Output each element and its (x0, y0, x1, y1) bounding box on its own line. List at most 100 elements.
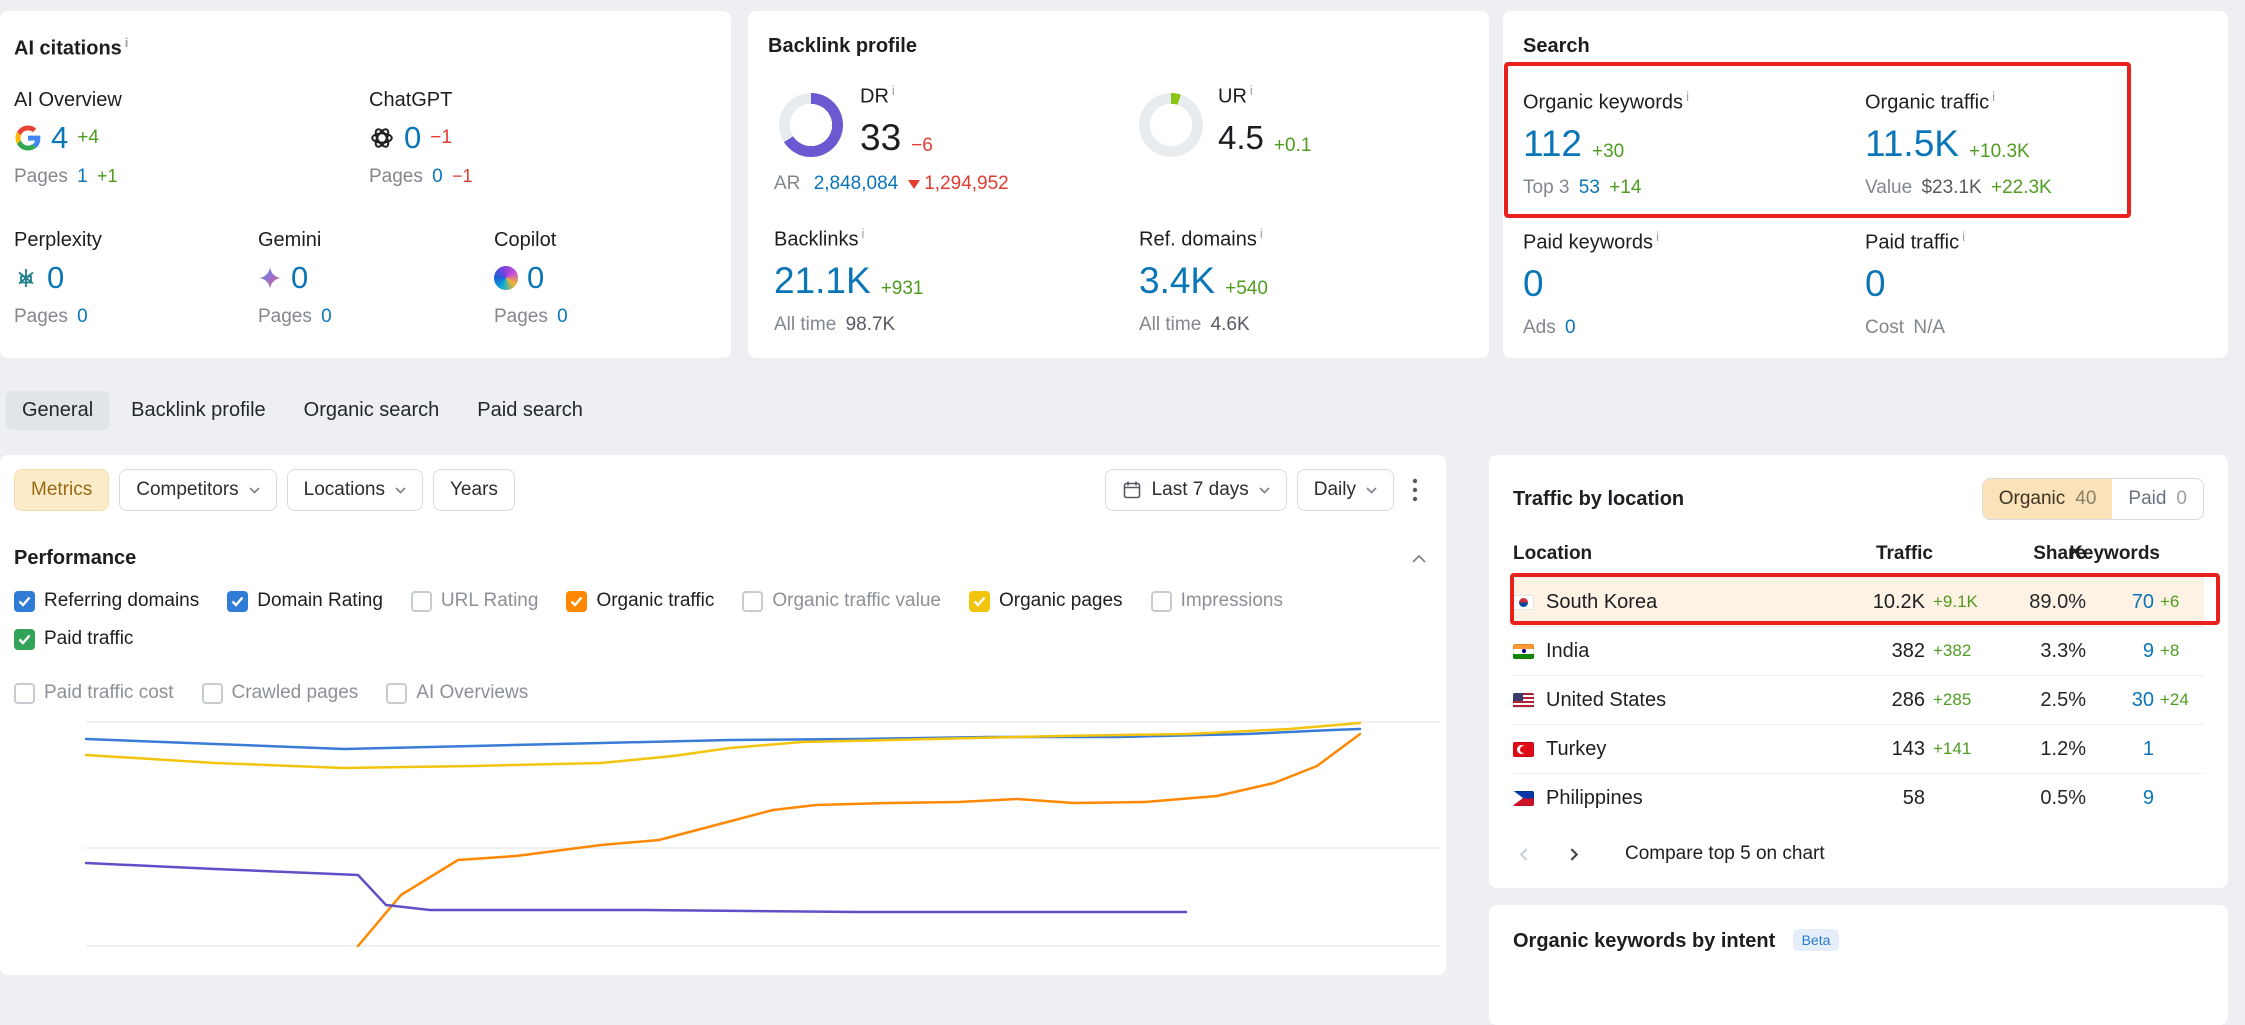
organic-keywords-value[interactable]: 112 (1523, 125, 1582, 163)
traffic-pagination: Compare top 5 on chart (1489, 826, 2228, 882)
ar-block: AR 2,848,0841,294,952 (774, 173, 1009, 195)
location-name: Turkey (1546, 738, 1606, 761)
collapse-section-button[interactable] (1412, 554, 1426, 563)
more-options-button[interactable] (1404, 469, 1426, 511)
keywords-value[interactable]: 30 (2132, 689, 2154, 712)
ads-value[interactable]: 0 (1565, 317, 1576, 338)
info-icon: i (1962, 229, 1965, 244)
pages-change: +1 (97, 166, 118, 186)
keywords-value[interactable]: 1 (2143, 738, 2154, 761)
chart-line-referring-domains (86, 729, 1360, 749)
ai-item-ai-overview: AI Overview 4 +4 Pages 1 +1 (14, 89, 122, 188)
pages-value[interactable]: 0 (77, 306, 88, 327)
toggle-organic[interactable]: Organic 40 (1983, 479, 2113, 519)
locations-dropdown[interactable]: Locations (287, 469, 423, 511)
next-page-button[interactable] (1562, 843, 1585, 866)
keywords-value[interactable]: 9 (2143, 787, 2154, 810)
info-icon: i (1260, 226, 1263, 241)
metrics-button[interactable]: Metrics (14, 469, 109, 511)
metrics-button-label: Metrics (31, 479, 92, 501)
pages-value[interactable]: 0 (557, 306, 568, 327)
years-label: Years (450, 479, 498, 501)
metric-label: Paid traffic (44, 628, 133, 650)
info-icon: i (1250, 83, 1253, 98)
backlink-profile-title-text: Backlink profile (768, 35, 917, 57)
metric-checkbox-organic-traffic-value[interactable]: Organic traffic value (742, 590, 941, 612)
ar-value[interactable]: 2,848,084 (814, 173, 899, 194)
cost-value: N/A (1913, 317, 1945, 338)
metric-label: Impressions (1181, 590, 1283, 612)
chatgpt-citations-value[interactable]: 0 (404, 122, 421, 154)
backlink-profile-card: Backlink profile DRi 33 −6 AR 2,848,0841… (748, 11, 1489, 358)
pages-value[interactable]: 0 (432, 166, 443, 187)
india-flag-icon (1513, 644, 1534, 659)
date-range-label: Last 7 days (1152, 479, 1249, 501)
ref-domains-value[interactable]: 3.4K (1139, 262, 1215, 300)
dr-value: 33 (860, 119, 901, 157)
pages-value[interactable]: 1 (77, 166, 88, 187)
paid-keywords-value[interactable]: 0 (1523, 265, 1544, 303)
keywords-value[interactable]: 9 (2143, 640, 2154, 663)
copilot-citations-value[interactable]: 0 (527, 262, 544, 294)
table-row-south-korea[interactable]: South Korea 10.2K+9.1K 89.0% 70+6 (1513, 577, 2204, 626)
metric-checkbox-organic-traffic[interactable]: Organic traffic (566, 590, 714, 612)
competitors-dropdown[interactable]: Competitors (119, 469, 276, 511)
metric-checkbox-referring-domains[interactable]: Referring domains (14, 590, 199, 612)
keywords-change: +6 (2160, 592, 2204, 612)
tab-backlink-profile[interactable]: Backlink profile (115, 391, 282, 430)
organic-keywords-change: +30 (1592, 141, 1624, 163)
metric-checkbox-domain-rating[interactable]: Domain Rating (227, 590, 383, 612)
table-row-turkey[interactable]: Turkey 143+141 1.2% 1 (1513, 724, 2204, 773)
ai-overview-citations-value[interactable]: 4 (51, 122, 68, 154)
paid-traffic-value[interactable]: 0 (1865, 265, 1886, 303)
organic-keywords-label: Organic keywords (1523, 92, 1683, 114)
traffic-table-header: Location Traffic Share Keywords (1513, 543, 2204, 577)
gemini-citations-value[interactable]: 0 (291, 262, 308, 294)
years-button[interactable]: Years (433, 469, 515, 511)
metric-checkbox-organic-pages[interactable]: Organic pages (969, 590, 1123, 612)
traffic-change: +141 (1933, 739, 1991, 759)
table-row-philippines[interactable]: Philippines 58 0.5% 9 (1513, 773, 2204, 822)
metric-checkbox-impressions[interactable]: Impressions (1151, 590, 1283, 612)
value-label: Value (1865, 177, 1912, 198)
ai-overview-citations-change: +4 (77, 127, 99, 149)
south-korea-flag-icon (1513, 595, 1534, 610)
ai-citations-title-text: AI citations (14, 38, 122, 60)
top3-value[interactable]: 53 (1579, 177, 1600, 198)
organic-paid-toggle: Organic 40 Paid 0 (1982, 478, 2204, 520)
metric-checkbox-paid-traffic[interactable]: Paid traffic (14, 628, 133, 650)
date-range-dropdown[interactable]: Last 7 days (1105, 469, 1287, 511)
dr-donut-chart (779, 93, 843, 157)
tab-paid-search[interactable]: Paid search (461, 391, 599, 430)
table-row-india[interactable]: India 382+382 3.3% 9+8 (1513, 626, 2204, 675)
toggle-paid[interactable]: Paid 0 (2112, 479, 2203, 519)
perplexity-citations-value[interactable]: 0 (47, 262, 64, 294)
info-icon: i (1992, 89, 1995, 104)
toggle-paid-count: 0 (2176, 488, 2187, 510)
section-tabs: General Backlink profile Organic search … (6, 389, 599, 431)
keywords-value[interactable]: 70 (2132, 591, 2154, 614)
tab-organic-search[interactable]: Organic search (288, 391, 456, 430)
table-row-united-states[interactable]: United States 286+285 2.5% 30+24 (1513, 675, 2204, 724)
organic-traffic-value[interactable]: 11.5K (1865, 125, 1959, 163)
checkbox-checked-icon (227, 591, 248, 612)
previous-page-button[interactable] (1513, 843, 1536, 866)
pages-value[interactable]: 0 (321, 306, 332, 327)
granularity-dropdown[interactable]: Daily (1297, 469, 1394, 511)
ur-label: UR (1218, 86, 1247, 108)
gemini-pages: Pages 0 (258, 306, 336, 328)
performance-chart (86, 660, 1440, 946)
info-icon: i (1656, 229, 1659, 244)
col-header-traffic: Traffic (1821, 543, 1991, 565)
tab-general[interactable]: General (6, 391, 109, 430)
keywords-change: +8 (2160, 641, 2204, 661)
copilot-pages: Pages 0 (494, 306, 572, 328)
metric-checkbox-url-rating[interactable]: URL Rating (411, 590, 539, 612)
cost-label: Cost (1865, 317, 1904, 338)
perplexity-icon (14, 266, 38, 290)
compare-top5-link[interactable]: Compare top 5 on chart (1625, 843, 1825, 865)
traffic-change: +285 (1933, 690, 1991, 710)
backlinks-value[interactable]: 21.1K (774, 262, 871, 300)
dr-label: DR (860, 86, 889, 108)
chevron-down-icon (395, 487, 406, 494)
